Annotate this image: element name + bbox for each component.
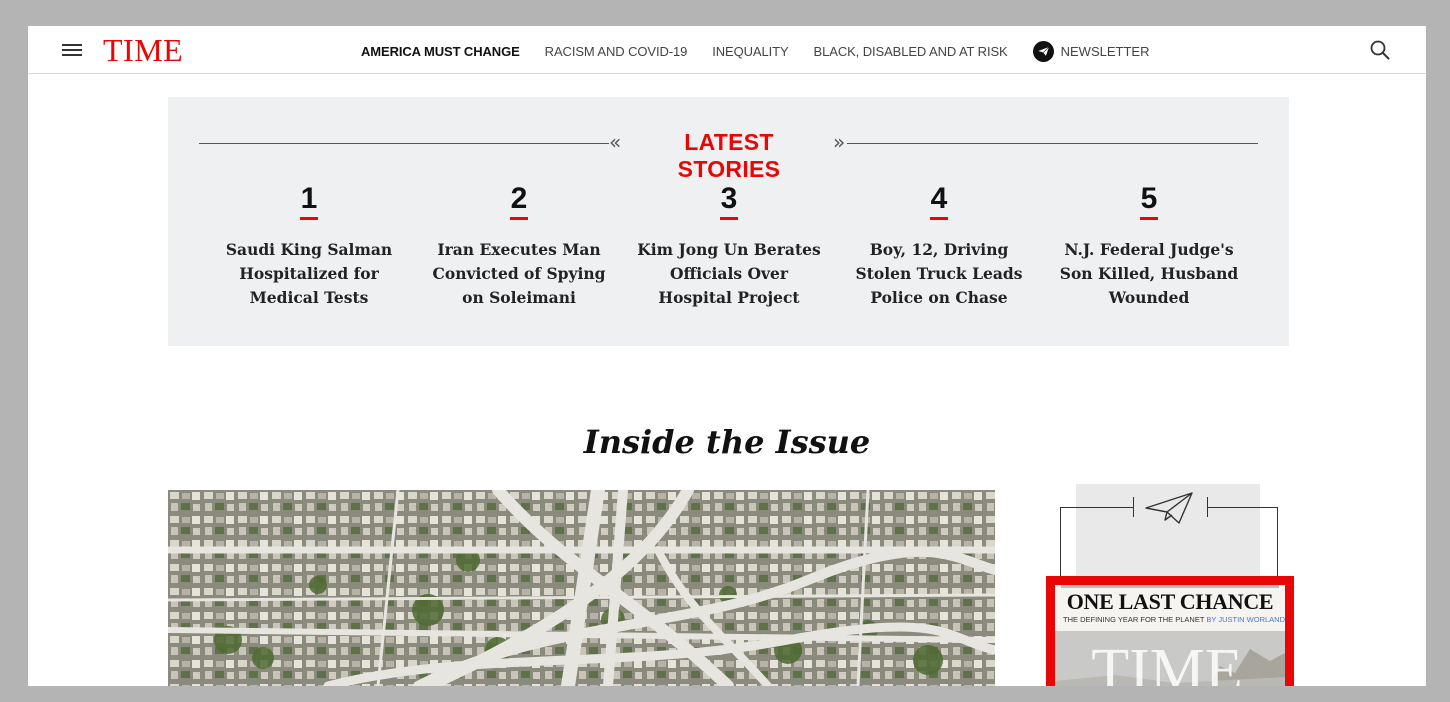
cover-inner: ONE LAST CHANCE THE DEFINING YEAR FOR TH…: [1055, 585, 1285, 686]
issue-feature-image[interactable]: [168, 490, 995, 686]
cover-masthead: TIME: [1091, 637, 1243, 686]
story-item[interactable]: 3 Kim Jong Un Berates Officials Over Hos…: [624, 182, 834, 310]
cover-artwork: TIME: [1055, 631, 1285, 686]
nav-link-america-must-change[interactable]: AMERICA MUST CHANGE: [361, 44, 520, 59]
top-nav: AMERICA MUST CHANGE RACISM AND COVID-19 …: [361, 40, 1150, 62]
latest-stories-panel: « LATEST STORIES » 1 Saudi King Salman H…: [168, 97, 1289, 346]
divider-line: [199, 143, 609, 144]
story-number: 1: [299, 182, 319, 220]
time-logo[interactable]: TIME: [103, 32, 183, 68]
story-item[interactable]: 4 Boy, 12, Driving Stolen Truck Leads Po…: [834, 182, 1044, 310]
latest-stories-list: 1 Saudi King Salman Hospitalized for Med…: [204, 182, 1264, 310]
search-icon[interactable]: [1369, 39, 1391, 61]
story-item[interactable]: 1 Saudi King Salman Hospitalized for Med…: [204, 182, 414, 310]
story-item[interactable]: 5 N.J. Federal Judge's Son Killed, Husba…: [1044, 182, 1254, 310]
story-number: 3: [719, 182, 739, 220]
nav-link-black-disabled-at-risk[interactable]: BLACK, DISABLED AND AT RISK: [814, 44, 1008, 59]
double-chevron-left-icon: «: [609, 130, 622, 154]
nav-link-racism-and-covid[interactable]: RACISM AND COVID-19: [545, 44, 688, 59]
story-title[interactable]: N.J. Federal Judge's Son Killed, Husband…: [1044, 238, 1254, 310]
double-chevron-right-icon: »: [833, 130, 846, 154]
nav-link-inequality[interactable]: INEQUALITY: [712, 44, 788, 59]
divider-line: [847, 143, 1258, 144]
site-header: TIME AMERICA MUST CHANGE RACISM AND COVI…: [28, 26, 1426, 74]
page-viewport: TIME AMERICA MUST CHANGE RACISM AND COVI…: [28, 26, 1426, 686]
story-title[interactable]: Saudi King Salman Hospitalized for Medic…: [204, 238, 414, 310]
cover-sub-text: THE DEFINING YEAR FOR THE PLANET: [1063, 615, 1205, 624]
story-title[interactable]: Kim Jong Un Berates Officials Over Hospi…: [624, 238, 834, 310]
story-item[interactable]: 2 Iran Executes Man Convicted of Spying …: [414, 182, 624, 310]
magazine-cover-block[interactable]: ONE LAST CHANCE THE DEFINING YEAR FOR TH…: [1046, 484, 1296, 686]
paper-plane-icon: [1145, 492, 1193, 524]
story-number: 5: [1139, 182, 1159, 220]
magazine-cover[interactable]: ONE LAST CHANCE THE DEFINING YEAR FOR TH…: [1046, 576, 1294, 686]
story-title[interactable]: Iran Executes Man Convicted of Spying on…: [414, 238, 624, 310]
latest-stories-title-row: « LATEST STORIES »: [199, 127, 1258, 182]
frame-tick: [1133, 497, 1134, 517]
story-number: 2: [509, 182, 529, 220]
cover-headline: ONE LAST CHANCE: [1066, 589, 1274, 614]
paper-plane-icon: [1032, 40, 1054, 62]
frame-line: [1060, 507, 1134, 577]
cover-byline: BY JUSTIN WORLAND: [1206, 615, 1285, 624]
newsletter-label: NEWSLETTER: [1060, 43, 1150, 59]
cover-rule: [1061, 585, 1279, 588]
hamburger-menu-icon[interactable]: [62, 42, 84, 58]
inside-the-issue-heading: Inside the Issue: [583, 423, 871, 461]
latest-stories-title: LATEST STORIES: [677, 129, 781, 182]
story-number: 4: [929, 182, 949, 220]
frame-line: [1208, 507, 1278, 577]
story-title[interactable]: Boy, 12, Driving Stolen Truck Leads Poli…: [834, 238, 1044, 310]
cover-subheadline: THE DEFINING YEAR FOR THE PLANET BY JUST…: [1055, 615, 1285, 624]
frame-tick: [1207, 497, 1208, 517]
newsletter-link[interactable]: NEWSLETTER: [1032, 40, 1150, 62]
